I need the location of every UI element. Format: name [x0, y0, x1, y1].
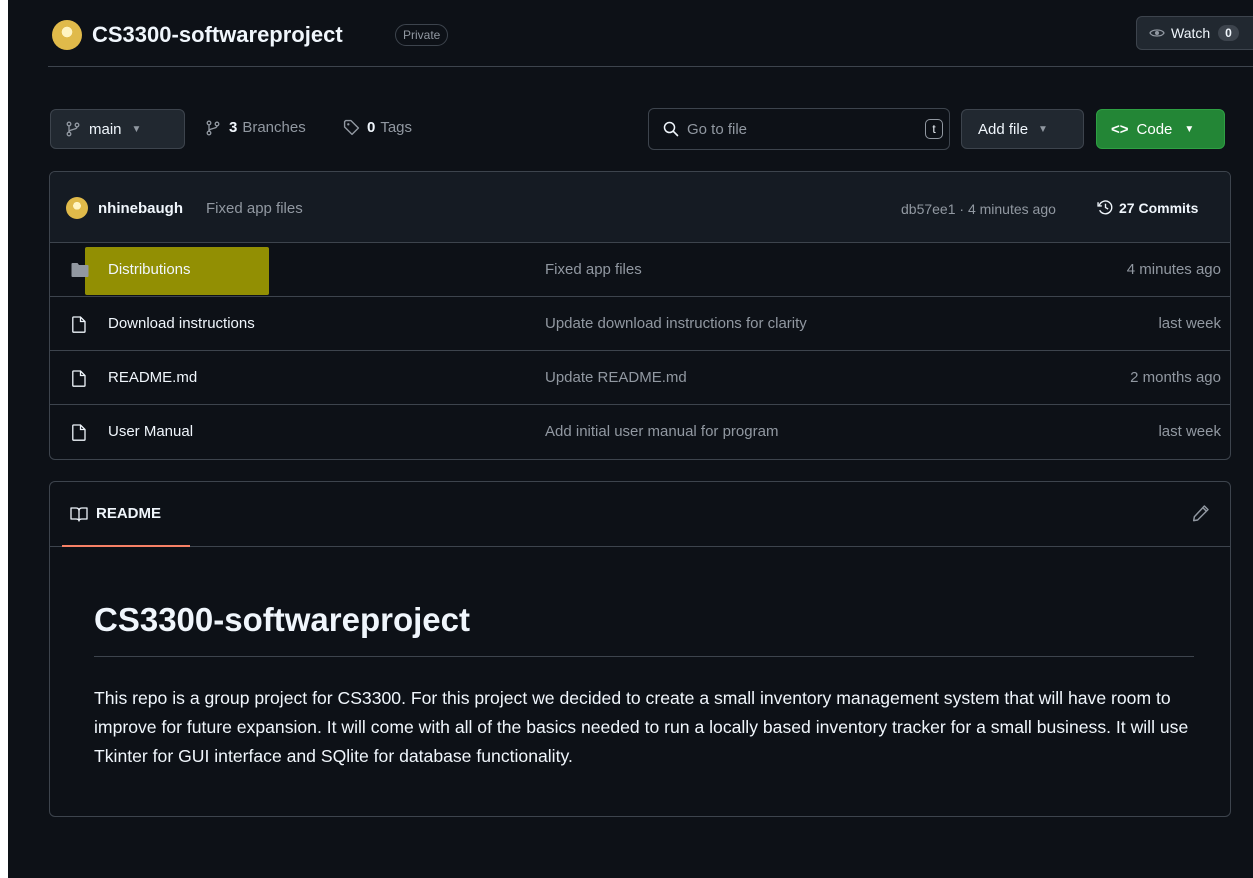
commit-author[interactable]: nhinebaugh	[98, 200, 183, 217]
commit-message[interactable]: Fixed app files	[206, 200, 303, 217]
readme-heading: CS3300-softwareproject	[94, 601, 470, 638]
commits-count: 27 Commits	[1119, 199, 1199, 216]
tags-link[interactable]: 0 Tags	[343, 119, 412, 136]
readme-header: README	[50, 482, 1230, 547]
tags-count: 0	[367, 119, 376, 136]
watch-count: 0	[1218, 25, 1239, 41]
file-row-download-instructions[interactable]: Download instructions Update download in…	[50, 297, 1230, 351]
file-row-readme[interactable]: README.md Update README.md 2 months ago	[50, 351, 1230, 405]
commit-hash-time[interactable]: db57ee1 · 4 minutes ago	[901, 201, 1056, 217]
pencil-icon[interactable]	[1192, 504, 1210, 522]
add-file-label: Add file	[978, 120, 1029, 138]
chevron-down-icon: ▼	[131, 123, 142, 135]
readme-tab-label: README	[96, 505, 162, 522]
repo-title[interactable]: CS3300-softwareproject	[92, 22, 343, 48]
tab-readme[interactable]: README	[62, 482, 190, 547]
folder-icon	[71, 263, 89, 277]
file-icon	[72, 370, 86, 387]
file-name-link[interactable]: User Manual	[108, 423, 193, 440]
file-name-link[interactable]: README.md	[108, 369, 197, 386]
readme-panel: README CS3300-softwareproject This repo …	[49, 481, 1231, 817]
keyboard-shortcut-hint: t	[925, 119, 943, 139]
file-commit-message[interactable]: Add initial user manual for program	[545, 423, 778, 440]
heading-divider	[94, 656, 1194, 657]
commits-history-link[interactable]: 27 Commits	[1097, 199, 1198, 216]
commit-author-avatar[interactable]	[66, 197, 88, 219]
file-row-user-manual[interactable]: User Manual Add initial user manual for …	[50, 405, 1230, 459]
file-commit-message[interactable]: Update README.md	[545, 369, 687, 386]
search-icon	[663, 121, 679, 137]
file-name-link[interactable]: Distributions	[108, 261, 191, 278]
file-name-link[interactable]: Download instructions	[108, 315, 255, 332]
file-icon	[72, 316, 86, 333]
branches-label: Branches	[242, 119, 306, 136]
tag-icon	[343, 119, 360, 136]
branch-icon	[206, 120, 220, 135]
go-to-file-search[interactable]: t	[648, 108, 950, 150]
visibility-badge: Private	[395, 24, 449, 46]
chevron-down-icon: ▼	[1038, 123, 1048, 135]
search-input[interactable]	[687, 120, 907, 138]
file-commit-time: last week	[1158, 315, 1221, 332]
branch-name: main	[89, 120, 122, 138]
repo-page: CS3300-softwareproject Private Watch 0 m…	[8, 0, 1253, 878]
readme-paragraph: This repo is a group project for CS3300.…	[94, 688, 1189, 766]
file-row-distributions[interactable]: Distributions Fixed app files 4 minutes …	[50, 243, 1230, 297]
code-icon: <>	[1111, 120, 1129, 138]
watch-label: Watch	[1171, 25, 1211, 41]
file-commit-time: 2 months ago	[1130, 369, 1221, 386]
history-icon	[1097, 200, 1113, 215]
code-button[interactable]: <> Code ▼	[1096, 109, 1225, 149]
file-commit-time: last week	[1158, 423, 1221, 440]
file-icon	[72, 424, 86, 441]
repo-owner-avatar[interactable]	[52, 20, 82, 50]
tags-label: Tags	[380, 119, 413, 136]
code-label: Code	[1136, 120, 1173, 138]
file-browser: nhinebaugh Fixed app files db57ee1 · 4 m…	[49, 171, 1231, 460]
chevron-down-icon: ▼	[1184, 123, 1195, 135]
file-commit-message[interactable]: Fixed app files	[545, 261, 642, 278]
watch-button[interactable]: Watch 0	[1136, 16, 1253, 50]
branches-link[interactable]: 3 Branches	[205, 119, 306, 136]
branches-count: 3	[229, 119, 238, 136]
book-icon	[70, 506, 88, 522]
branch-icon	[66, 121, 80, 137]
header-divider	[48, 66, 1253, 67]
latest-commit-bar: nhinebaugh Fixed app files db57ee1 · 4 m…	[50, 172, 1230, 243]
branch-select-button[interactable]: main ▼	[50, 109, 185, 149]
eye-icon	[1149, 29, 1165, 37]
file-commit-message[interactable]: Update download instructions for clarity	[545, 315, 807, 332]
add-file-button[interactable]: Add file ▼	[961, 109, 1084, 149]
file-commit-time: 4 minutes ago	[1126, 261, 1221, 278]
